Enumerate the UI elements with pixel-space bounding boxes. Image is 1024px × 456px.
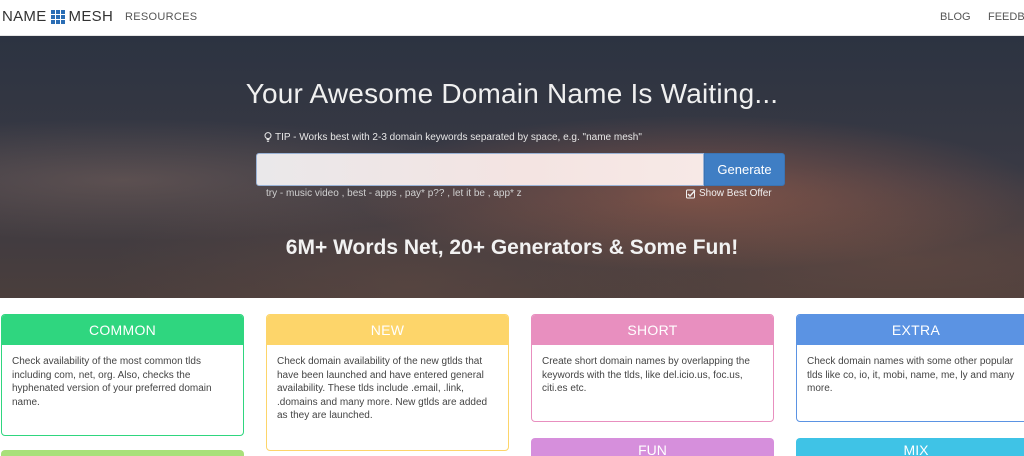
card-description: Check availability of the most common tl… — [12, 356, 212, 408]
card-description: Check domain names with some other popul… — [807, 356, 1015, 394]
card-header: EXTRA — [797, 315, 1024, 345]
card-extra[interactable]: EXTRA Check domain names with some other… — [796, 314, 1024, 422]
hero-section: Your Awesome Domain Name Is Waiting... T… — [0, 36, 1024, 298]
tip-text: TIP - Works best with 2-3 domain keyword… — [264, 132, 642, 143]
tip-label: TIP - Works best with 2-3 domain keyword… — [275, 132, 642, 143]
card-header: FUN — [638, 442, 667, 456]
checkbox-checked-icon — [686, 189, 696, 198]
nav-feedback-link[interactable]: FEEDBA — [988, 11, 1024, 23]
grid-logo-icon — [50, 9, 65, 24]
card-header: SHORT — [532, 315, 773, 345]
logo-text-name: NAME — [2, 8, 47, 25]
hero-subtitle: 6M+ Words Net, 20+ Generators & Some Fun… — [285, 236, 739, 259]
generate-button[interactable]: Generate — [704, 153, 785, 186]
card-mix[interactable]: MIX — [796, 438, 1024, 456]
card-header: COMMON — [2, 315, 243, 345]
card-description: Check domain availability of the new gtl… — [277, 356, 488, 421]
card-short[interactable]: SHORT Create short domain names by overl… — [531, 314, 774, 422]
navbar: NAME MESH RESOURCES BLOG FEEDBA — [0, 0, 1024, 36]
logo[interactable]: NAME MESH — [2, 8, 113, 25]
nav-blog-link[interactable]: BLOG — [940, 11, 971, 23]
card-common[interactable]: COMMON Check availability of the most co… — [1, 314, 244, 436]
logo-text-mesh: MESH — [68, 8, 114, 25]
try-examples: try - music video , best - apps , pay* p… — [266, 188, 522, 199]
lightbulb-icon — [264, 132, 272, 142]
domain-search-input[interactable] — [256, 153, 704, 186]
nav-resources-link[interactable]: RESOURCES — [125, 11, 197, 23]
card-header: MIX — [903, 442, 929, 456]
card-header: NEW — [267, 315, 508, 345]
show-best-offer-label: Show Best Offer — [699, 188, 772, 199]
card-fun[interactable]: FUN — [531, 438, 774, 456]
card-stub-lower-left[interactable] — [1, 450, 244, 456]
card-description: Create short domain names by overlapping… — [542, 356, 750, 394]
card-new[interactable]: NEW Check domain availability of the new… — [266, 314, 509, 451]
show-best-offer-checkbox[interactable]: Show Best Offer — [686, 188, 772, 199]
hero-title: Your Awesome Domain Name Is Waiting... — [245, 78, 779, 109]
